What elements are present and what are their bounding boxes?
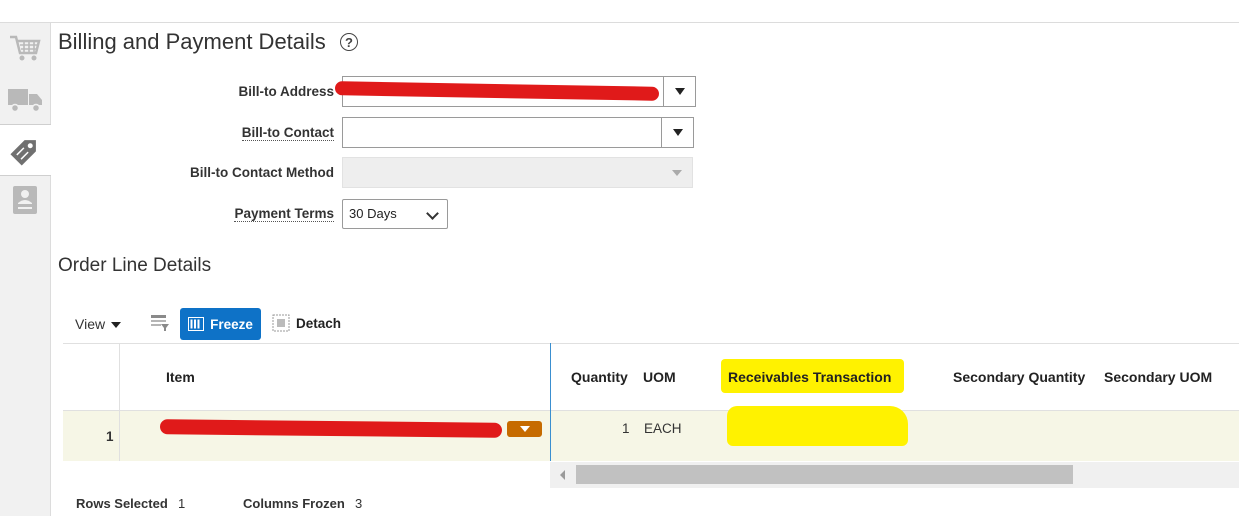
horizontal-scrollbar[interactable] <box>550 462 1239 488</box>
detach-button-label: Detach <box>296 315 342 331</box>
frozen-column-divider <box>550 343 551 461</box>
bill-to-contact-combo[interactable] <box>342 117 694 148</box>
column-divider <box>119 343 120 461</box>
payment-terms-select[interactable]: 30 Days <box>342 199 448 229</box>
scrollbar-thumb[interactable] <box>576 465 1073 484</box>
highlight-mark <box>727 406 908 446</box>
payment-terms-label[interactable]: Payment Terms <box>34 206 334 222</box>
bill-to-address-dropdown-button[interactable] <box>663 77 695 106</box>
column-header-item[interactable]: Item <box>166 369 195 385</box>
freeze-columns-icon <box>188 317 205 331</box>
billing-section-title: Billing and Payment Details <box>58 29 326 54</box>
row-number: 1 <box>106 429 114 444</box>
columns-frozen-value: 3 <box>355 496 363 511</box>
detach-button[interactable]: Detach <box>272 314 341 332</box>
cell-quantity: 1 <box>622 421 630 436</box>
bill-to-address-label: Bill-to Address <box>238 84 334 99</box>
cell-uom: EACH <box>644 421 682 436</box>
view-menu[interactable]: View <box>75 316 122 332</box>
chevron-down-icon <box>519 426 530 432</box>
column-header-secondary-uom[interactable]: Secondary UOM <box>1104 369 1212 385</box>
table-row[interactable] <box>63 411 1239 461</box>
order-lines-section-title: Order Line Details <box>58 255 212 276</box>
rows-selected-label: Rows Selected <box>76 496 168 511</box>
bill-to-contact-dropdown-button[interactable] <box>661 118 693 147</box>
tab-cart[interactable] <box>0 23 50 73</box>
chevron-down-icon <box>672 129 683 136</box>
chevron-down-icon <box>674 88 685 95</box>
freeze-button[interactable]: Freeze <box>180 308 261 340</box>
detach-icon <box>272 314 290 332</box>
bill-to-contact-label[interactable]: Bill-to Contact <box>34 125 334 141</box>
payment-terms-value: 30 Days <box>349 206 397 221</box>
rows-selected-value: 1 <box>178 496 186 511</box>
scroll-left-icon[interactable] <box>560 470 565 480</box>
bill-to-contact-method-label: Bill-to Contact Method <box>190 165 334 180</box>
item-actions-button[interactable] <box>507 421 542 437</box>
column-header-secondary-quantity[interactable]: Secondary Quantity <box>953 369 1085 385</box>
chevron-down-icon <box>671 169 682 176</box>
top-divider <box>0 22 1239 23</box>
help-icon[interactable]: ? <box>340 33 358 51</box>
shopping-cart-icon <box>10 35 41 61</box>
freeze-button-label: Freeze <box>210 316 253 332</box>
bill-to-contact-method-combo <box>342 157 693 188</box>
column-header-quantity[interactable]: Quantity <box>571 369 628 385</box>
view-menu-label: View <box>75 316 106 332</box>
columns-frozen-label: Columns Frozen <box>243 496 345 511</box>
column-header-receivables-transaction[interactable]: Receivables Transaction <box>728 369 891 385</box>
chevron-down-icon <box>426 207 439 220</box>
caret-down-icon <box>111 322 122 329</box>
bill-to-contact-method-dropdown-button <box>661 158 692 187</box>
column-header-uom[interactable]: UOM <box>643 369 676 385</box>
query-by-example-icon[interactable] <box>150 314 170 332</box>
